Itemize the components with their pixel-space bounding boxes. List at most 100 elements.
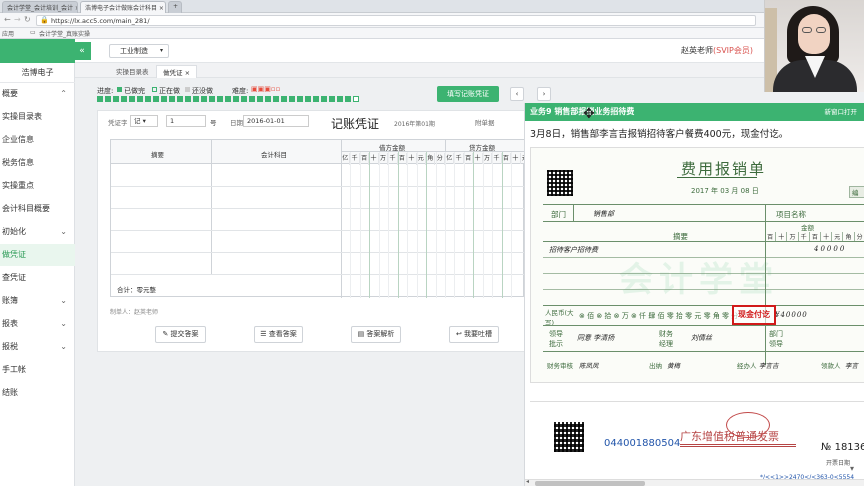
- progress-block[interactable]: [321, 96, 327, 102]
- scroll-down-icon[interactable]: ▾: [850, 464, 854, 473]
- progress-block[interactable]: [105, 96, 111, 102]
- progress-block[interactable]: [273, 96, 279, 102]
- progress-block[interactable]: [241, 96, 247, 102]
- sidebar-item-label: 结账: [2, 388, 18, 397]
- digit-grid-line: [482, 152, 484, 298]
- browser-tab-1[interactable]: 会计学堂_会计培训_会计 ×: [2, 1, 78, 13]
- date-input[interactable]: 2016-01-01: [243, 115, 309, 127]
- voucher-number-unit: 号: [210, 119, 217, 127]
- progress-block[interactable]: [313, 96, 319, 102]
- sidebar-item-label: 税务信息: [2, 158, 34, 167]
- submit-answer-button[interactable]: ✎ 提交答案: [155, 326, 206, 343]
- forward-icon[interactable]: →: [14, 15, 21, 24]
- progress-block[interactable]: [289, 96, 295, 102]
- industry-select[interactable]: 工业制造 ▾: [109, 44, 169, 58]
- next-button[interactable]: ›: [537, 87, 551, 101]
- back-icon[interactable]: ←: [4, 15, 11, 24]
- progress-block[interactable]: [145, 96, 151, 102]
- new-tab-button[interactable]: +: [168, 1, 182, 13]
- scroll-left-icon[interactable]: ◂: [526, 478, 529, 485]
- divider: [543, 221, 864, 222]
- scrollbar-thumb[interactable]: [535, 481, 645, 486]
- close-icon[interactable]: ×: [185, 69, 190, 77]
- collapse-sidebar-button[interactable]: «: [73, 42, 91, 60]
- progress-block[interactable]: [121, 96, 127, 102]
- divider: [543, 325, 864, 326]
- view-answer-button[interactable]: ☰ 查看答案: [254, 326, 303, 343]
- user-info[interactable]: 赵英老师(SVIP会员): [681, 45, 753, 56]
- bookmark-apps[interactable]: 应用: [2, 29, 14, 38]
- progress-block[interactable]: [233, 96, 239, 102]
- sidebar-item-8[interactable]: 查凭证: [0, 267, 75, 289]
- voucher-word-value: 记: [134, 117, 141, 125]
- open-new-window-link[interactable]: 新窗口打开: [825, 103, 858, 121]
- progress-block[interactable]: [169, 96, 175, 102]
- tab-catalog[interactable]: 实操目录表: [110, 65, 155, 78]
- sidebar-item-6[interactable]: 初始化 ⌄: [0, 221, 75, 243]
- progress-block[interactable]: [209, 96, 215, 102]
- prev-button[interactable]: ‹: [510, 87, 524, 101]
- progress-block[interactable]: [97, 96, 103, 102]
- sidebar-item-7[interactable]: 做凭证: [0, 244, 75, 266]
- voucher-period: 2016年第01期: [394, 121, 435, 128]
- progress-block[interactable]: [161, 96, 167, 102]
- reload-icon[interactable]: ↻: [24, 15, 31, 24]
- fill-voucher-button[interactable]: 填写记账凭证: [437, 86, 499, 102]
- url-input[interactable]: 🔒 https://lx.acc5.com/main_281/: [36, 15, 756, 26]
- progress-block[interactable]: [193, 96, 199, 102]
- progress-block[interactable]: [177, 96, 183, 102]
- sidebar-item-9[interactable]: 账簿 ⌄: [0, 290, 75, 312]
- sidebar-item-5[interactable]: 会计科目概要: [0, 198, 75, 220]
- progress-block[interactable]: [249, 96, 255, 102]
- sidebar-item-4[interactable]: 实操重点: [0, 175, 75, 197]
- horizontal-scrollbar[interactable]: ◂: [525, 478, 864, 486]
- digit-header-cell: 角: [426, 153, 436, 165]
- sidebar-item-11[interactable]: 报税 ⌄: [0, 336, 75, 358]
- invoice-code: 044001880504: [604, 438, 681, 449]
- progress-block[interactable]: [201, 96, 207, 102]
- progress-block[interactable]: [185, 96, 191, 102]
- total-label: 合计：零元整: [117, 286, 156, 294]
- receipt-grid: 部门 销售部 项目名称 摘要 金额 百十万千百十元角分 招待客户招待费 4000…: [543, 204, 864, 365]
- tab-make-voucher[interactable]: 做凭证 ×: [156, 65, 198, 78]
- progress-block[interactable]: [345, 96, 351, 102]
- dept-leader-label: 部门领导: [769, 330, 783, 348]
- browser-tab-2[interactable]: 浩博电子会计做账会计科目 ×: [80, 1, 166, 13]
- digit-header-cell: 百: [464, 153, 474, 164]
- sidebar-item-10[interactable]: 报表 ⌄: [0, 313, 75, 335]
- bookmark-acc5[interactable]: 会计学堂_真账实操: [39, 29, 90, 38]
- sidebar-item-label: 企业信息: [2, 135, 34, 144]
- sidebar-item-0[interactable]: 概要 ⌃: [0, 83, 75, 105]
- progress-block[interactable]: [129, 96, 135, 102]
- sidebar-item-13[interactable]: 结账: [0, 382, 75, 404]
- progress-block[interactable]: [137, 96, 143, 102]
- explain-answer-button[interactable]: ▤ 答案解析: [351, 326, 401, 343]
- progress-block[interactable]: [225, 96, 231, 102]
- progress-block[interactable]: [329, 96, 335, 102]
- feedback-button[interactable]: ↩ 我要吐槽: [449, 326, 499, 343]
- progress-block[interactable]: [353, 96, 359, 102]
- sidebar-item-12[interactable]: 手工帐: [0, 359, 75, 381]
- progress-block[interactable]: [281, 96, 287, 102]
- sidebar-item-2[interactable]: 企业信息: [0, 129, 75, 151]
- sidebar-item-label: 查凭证: [2, 273, 26, 282]
- sidebar-item-3[interactable]: 税务信息: [0, 152, 75, 174]
- progress-block[interactable]: [217, 96, 223, 102]
- voucher-word-select[interactable]: 记 ▾: [130, 115, 158, 127]
- divider: [543, 273, 864, 274]
- digit-grid-line: [397, 152, 399, 298]
- title-underline: [680, 446, 796, 447]
- cash-paid-stamp: 现金付讫: [732, 305, 776, 325]
- voucher-number-stepper[interactable]: 1: [166, 115, 206, 127]
- progress-block[interactable]: [257, 96, 263, 102]
- progress-block[interactable]: [153, 96, 159, 102]
- progress-block[interactable]: [305, 96, 311, 102]
- progress-block[interactable]: [297, 96, 303, 102]
- sidebar-item-label: 账簿: [2, 296, 18, 305]
- progress-block[interactable]: [337, 96, 343, 102]
- progress-block[interactable]: [113, 96, 119, 102]
- chevron-down-icon: ⌄: [60, 227, 67, 236]
- difficulty-label: 难度:: [232, 87, 249, 95]
- sidebar-item-1[interactable]: 实操目录表: [0, 106, 75, 128]
- progress-block[interactable]: [265, 96, 271, 102]
